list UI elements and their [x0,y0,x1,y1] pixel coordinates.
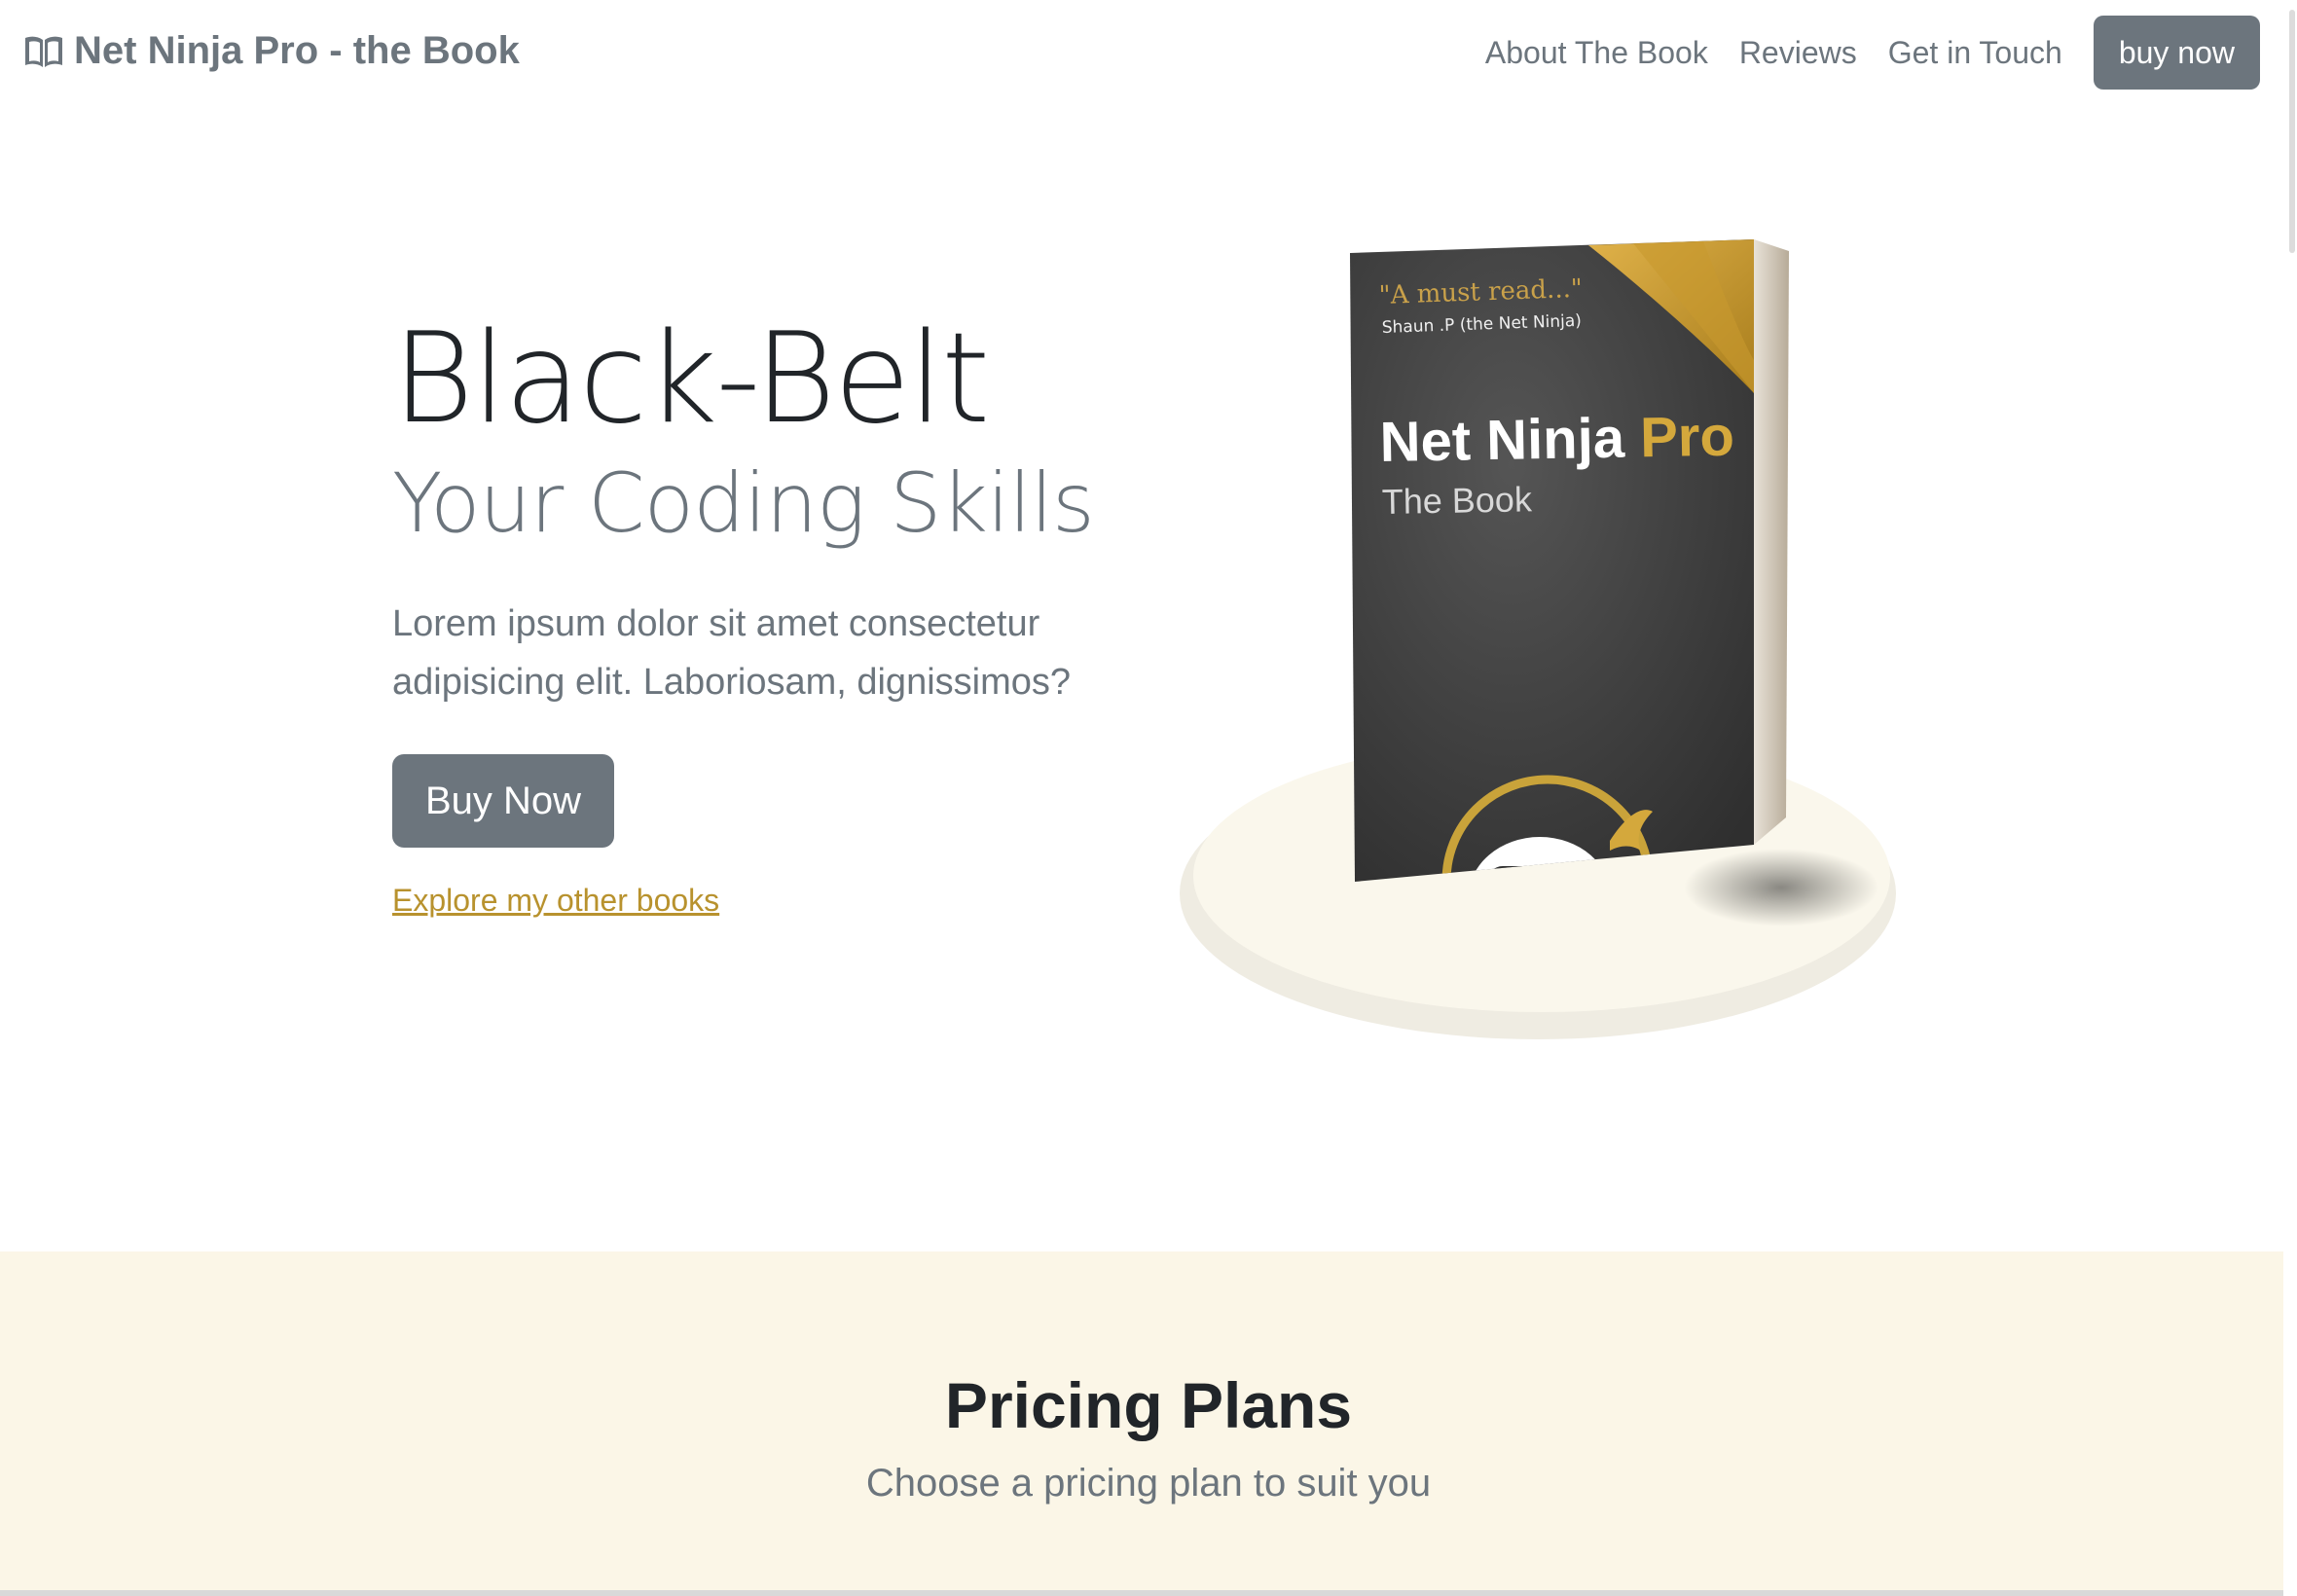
svg-text:Net Ninja Pro: Net Ninja Pro [1379,405,1734,474]
page: Net Ninja Pro - the Book About The Book … [0,0,2297,1596]
book-cover-image: "A must read..." Shaun .P (the Net Ninja… [1178,234,1898,1041]
book-title-accent: Pro [1640,405,1735,470]
book-title-sub: The Book [1381,479,1533,522]
brand[interactable]: Net Ninja Pro - the Book [23,29,520,73]
scrollbar[interactable] [2283,0,2297,1596]
nav-buy-now-button[interactable]: buy now [2093,16,2260,90]
book-title-main: Net Ninja [1379,407,1625,474]
nav-link-about[interactable]: About The Book [1470,16,1724,90]
pricing-subtitle: Choose a pricing plan to suit you [865,1462,1432,1505]
hero: Black-Belt Your Coding Skills Lorem ipsu… [392,307,1132,919]
nav-link-reviews[interactable]: Reviews [1724,16,1873,90]
nav-link-contact[interactable]: Get in Touch [1873,16,2078,90]
pricing-section: Pricing Plans Choose a pricing plan to s… [0,1251,2297,1596]
book-icon [23,34,64,69]
section-divider [0,1590,2297,1596]
hero-buy-now-button[interactable]: Buy Now [392,754,615,849]
scrollbar-thumb[interactable] [2289,10,2295,253]
explore-books-link[interactable]: Explore my other books [392,883,1132,919]
hero-title: Black-Belt [392,307,990,452]
navbar: Net Ninja Pro - the Book About The Book … [0,0,2283,111]
brand-title: Net Ninja Pro - the Book [74,29,520,72]
hero-text: Lorem ipsum dolor sit amet consectetur a… [392,603,1072,704]
nav-links: About The Book Reviews Get in Touch buy … [1470,16,2260,90]
pricing-title: Pricing Plans [944,1369,1353,1441]
hero-subtitle: Your Coding Skills [392,454,1095,551]
